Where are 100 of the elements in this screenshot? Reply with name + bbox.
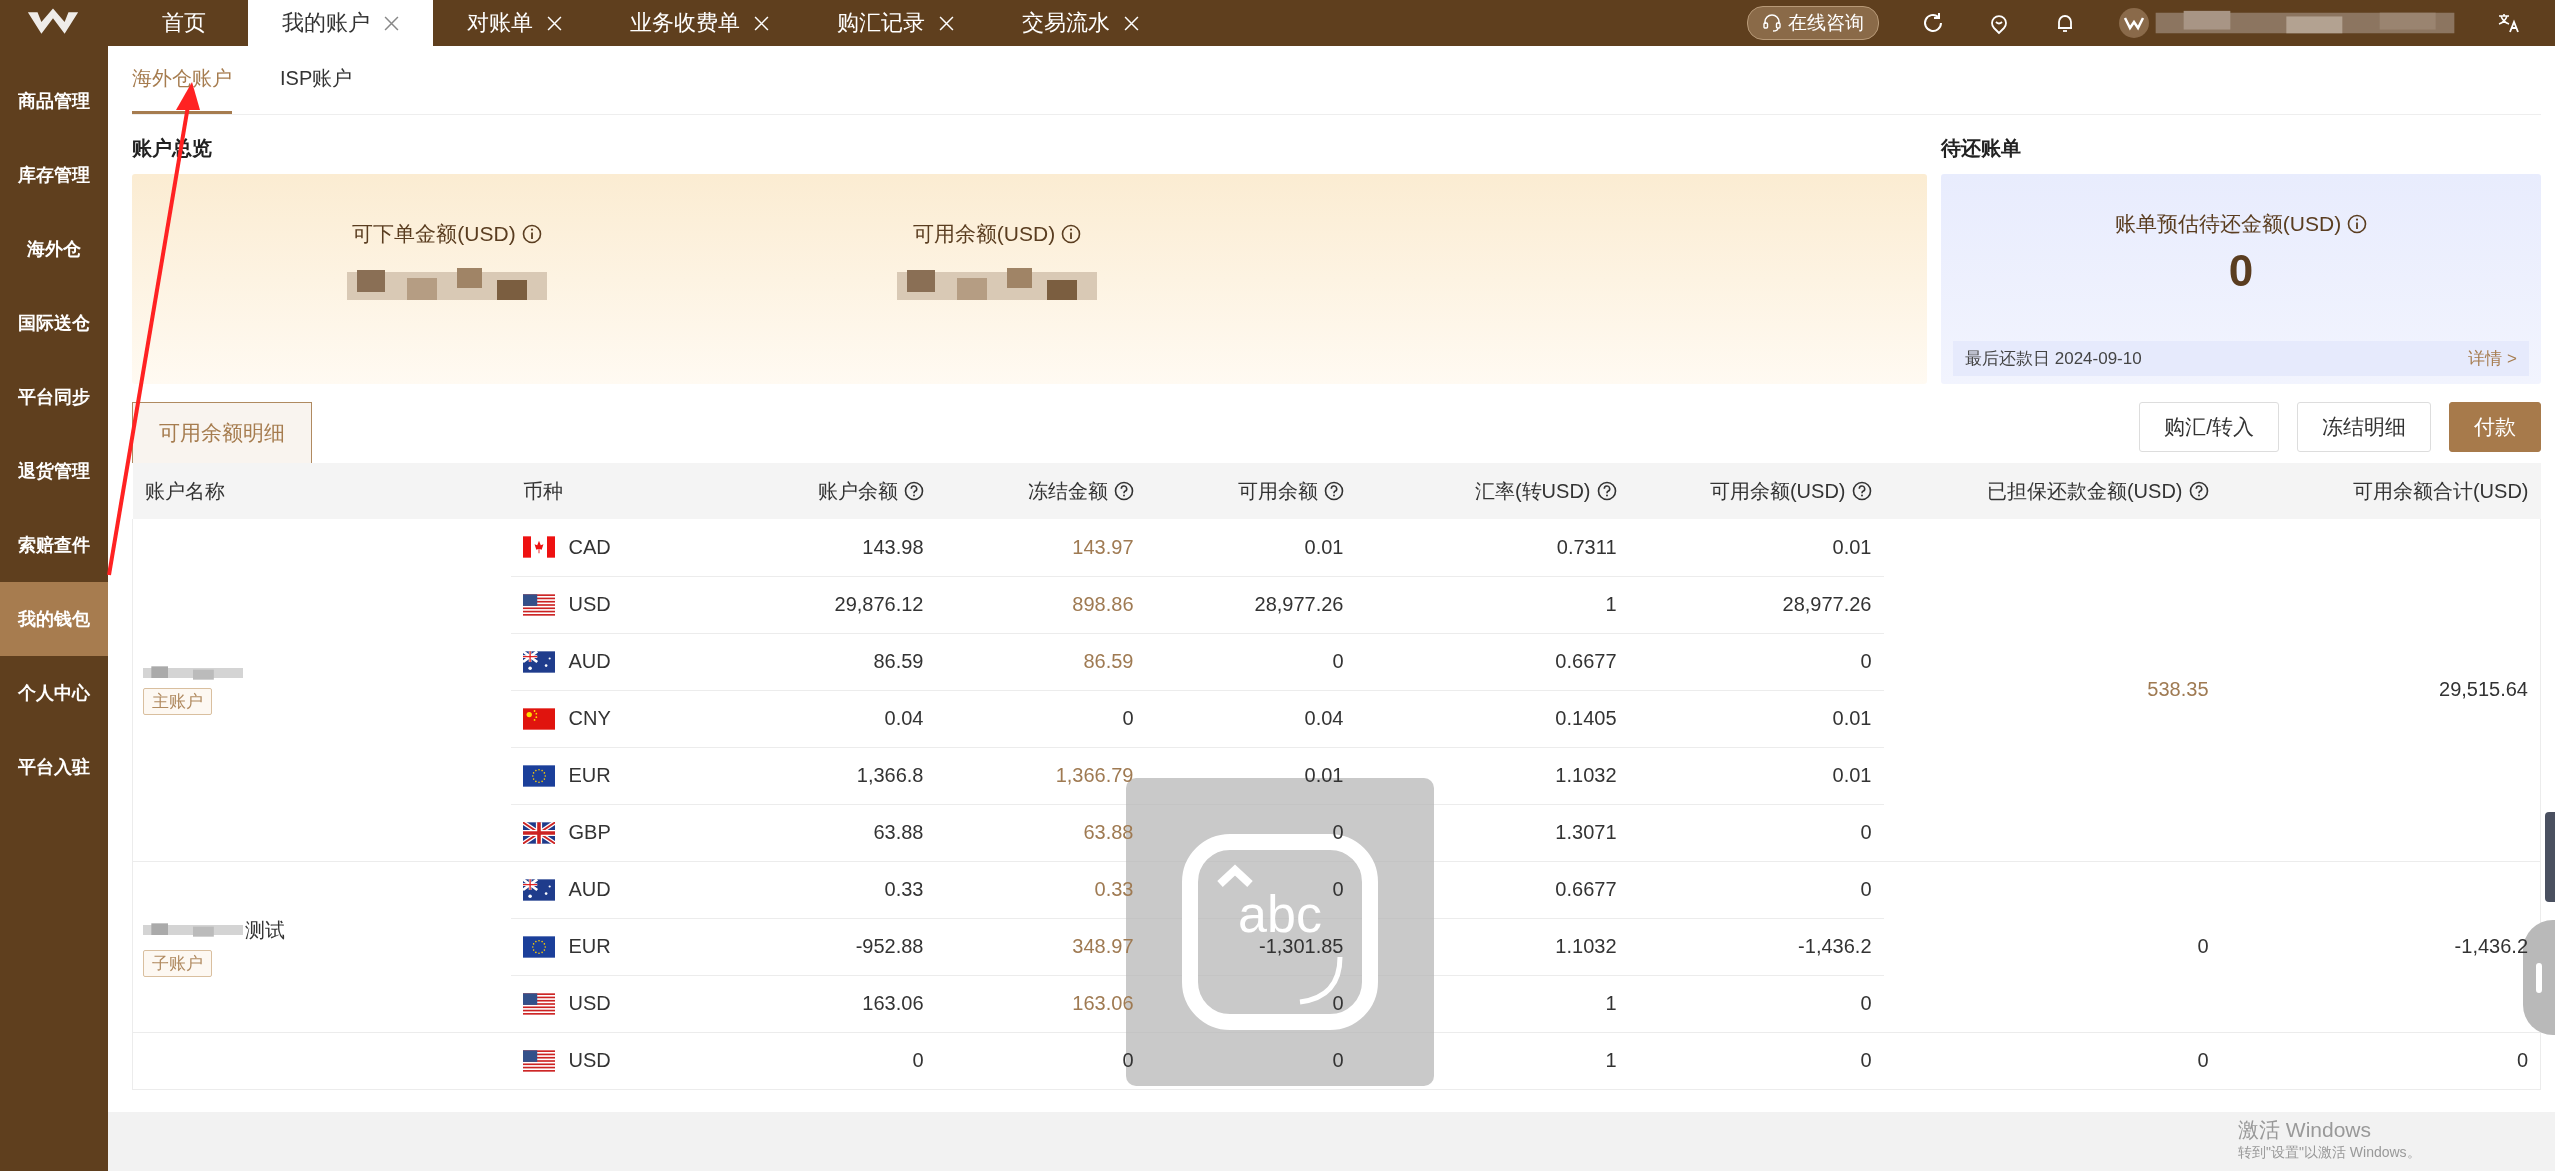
table-cell: 1,366.8 <box>856 764 924 786</box>
table-cell: 0.6677 <box>1555 878 1617 900</box>
account-tab[interactable]: ISP账户 <box>280 46 353 114</box>
table-cell: 0.01 <box>1304 764 1344 786</box>
pay-button[interactable]: 付款 <box>2449 402 2541 452</box>
table-cell: 0 <box>2516 1049 2528 1071</box>
table-cell: 163.06 <box>862 992 924 1014</box>
table-cell: 0 <box>1860 878 1872 900</box>
table-cell: 0.1405 <box>1555 707 1617 729</box>
page-tab[interactable]: 业务收费单 <box>596 0 803 46</box>
currency-code: USD <box>568 992 611 1015</box>
table-cell: 0 <box>1860 1049 1872 1071</box>
table-cell: 0 <box>1860 821 1872 843</box>
info-icon[interactable] <box>2347 214 2368 234</box>
table-cell: -952.88 <box>855 935 924 957</box>
currency-code: AUD <box>568 878 611 901</box>
currency-code: EUR <box>568 764 611 787</box>
help-icon[interactable] <box>1323 481 1344 501</box>
table-cell: 86.59 <box>873 650 924 672</box>
table-cell: 0 <box>2197 1049 2209 1071</box>
help-icon[interactable] <box>1596 481 1617 501</box>
currency-code: AUD <box>568 650 611 673</box>
table-cell: 0.01 <box>1304 535 1344 558</box>
sidebar-item[interactable]: 商品管理 <box>0 64 108 138</box>
table-cell: 0 <box>1332 1049 1344 1071</box>
table-cell: -1,436.2 <box>1798 935 1872 957</box>
table-cell: 63.88 <box>1083 821 1134 843</box>
sidebar-item[interactable]: 库存管理 <box>0 138 108 212</box>
table-cell: 0.04 <box>884 707 924 729</box>
table-cell: -1,436.2 <box>2454 935 2528 957</box>
currency-code: CAD <box>568 535 611 559</box>
sidebar-item[interactable]: 个人中心 <box>0 656 108 730</box>
table-cell: 1.3071 <box>1555 821 1617 843</box>
info-icon[interactable] <box>1061 224 1082 244</box>
table-cell: 1,366.79 <box>1055 764 1134 786</box>
table-cell: 0.01 <box>1832 707 1872 729</box>
sidebar-item[interactable]: 平台入驻 <box>0 730 108 804</box>
bill-amount: 0 <box>2228 246 2254 296</box>
help-icon[interactable] <box>1113 481 1134 501</box>
sidebar-item[interactable]: 我的钱包 <box>0 582 108 656</box>
account-type-tag: 子账户 <box>143 949 212 977</box>
table-cell: 0.04 <box>1304 707 1344 729</box>
table-cell: 1 <box>1605 1049 1617 1071</box>
sidebar-item[interactable]: 国际送仓 <box>0 286 108 360</box>
activation-text: 转到"设置"以激活 Windows。 <box>2238 1144 2421 1162</box>
activation-title: 激活 Windows <box>2238 1117 2373 1143</box>
table-cell: 63.88 <box>873 821 924 843</box>
account-name: 测试 <box>245 917 285 943</box>
table-cell: 0 <box>1122 1049 1134 1071</box>
action-button[interactable]: 冻结明细 <box>2297 402 2431 452</box>
table-cell: 0.01 <box>1832 764 1872 786</box>
page-tab[interactable]: 对账单 <box>433 0 596 46</box>
section-title: 待还账单 <box>1941 136 2022 161</box>
table-cell: 0 <box>1332 878 1344 900</box>
table-cell: 0.33 <box>1094 878 1134 900</box>
table-cell: 898.86 <box>1072 593 1134 615</box>
table-cell: 86.59 <box>1083 650 1134 672</box>
table-cell: 1 <box>1605 593 1617 615</box>
table-cell: 0 <box>1332 650 1344 672</box>
table-cell: 1.1032 <box>1555 764 1617 786</box>
table-cell: 143.98 <box>862 535 924 558</box>
table-cell: 538.35 <box>2147 678 2209 701</box>
due-date: 最后还款日 2024-09-10 <box>1965 348 2142 370</box>
currency-code: GBP <box>568 821 611 844</box>
table-cell: 0 <box>1332 821 1344 843</box>
amount-label: 可用余额(USD) <box>912 221 1056 247</box>
help-icon[interactable] <box>2188 481 2209 501</box>
table-cell: 348.97 <box>1072 935 1134 957</box>
page-tab[interactable]: 我的账户 <box>248 0 433 46</box>
table-cell: 0.01 <box>1832 535 1872 558</box>
action-button[interactable]: 购汇/转入 <box>2139 402 2279 452</box>
sidebar-item[interactable]: 退货管理 <box>0 434 108 508</box>
page-tab[interactable]: 购汇记录 <box>803 0 988 46</box>
table-cell: 0.33 <box>884 878 924 900</box>
page-tab[interactable]: 交易流水 <box>988 0 1173 46</box>
sidebar-item[interactable]: 索赔查件 <box>0 508 108 582</box>
help-icon[interactable] <box>1851 481 1872 501</box>
info-icon[interactable] <box>521 224 542 244</box>
table-cell: 0 <box>1860 992 1872 1014</box>
page-tab[interactable]: 首页 <box>120 0 248 46</box>
column-header: 冻结金额 <box>1027 479 1108 502</box>
help-icon[interactable] <box>903 481 924 501</box>
table-cell: 29,515.64 <box>2439 678 2528 701</box>
table-cell: 163.06 <box>1072 992 1134 1014</box>
account-type-tag: 主账户 <box>143 688 212 716</box>
table-cell: 0 <box>1860 650 1872 672</box>
currency-code: EUR <box>568 935 611 958</box>
translate-icon[interactable] <box>2497 11 2521 35</box>
column-header: 币种 <box>522 479 563 502</box>
table-cell: 28,977.26 <box>1782 593 1872 615</box>
online-consult-button[interactable]: 在线咨询 <box>1747 6 1879 40</box>
table-cell: 1.1032 <box>1555 935 1617 957</box>
table-cell: 0 <box>1332 992 1344 1014</box>
column-header: 可用余额(USD) <box>1709 479 1846 502</box>
table-cell: 29,876.12 <box>834 593 924 615</box>
sidebar-item[interactable]: 海外仓 <box>0 212 108 286</box>
avatar-icon[interactable] <box>2119 8 2149 38</box>
column-header: 可用余额合计(USD) <box>2352 479 2529 502</box>
refresh-icon[interactable] <box>1921 11 1945 35</box>
sidebar-item[interactable]: 平台同步 <box>0 360 108 434</box>
